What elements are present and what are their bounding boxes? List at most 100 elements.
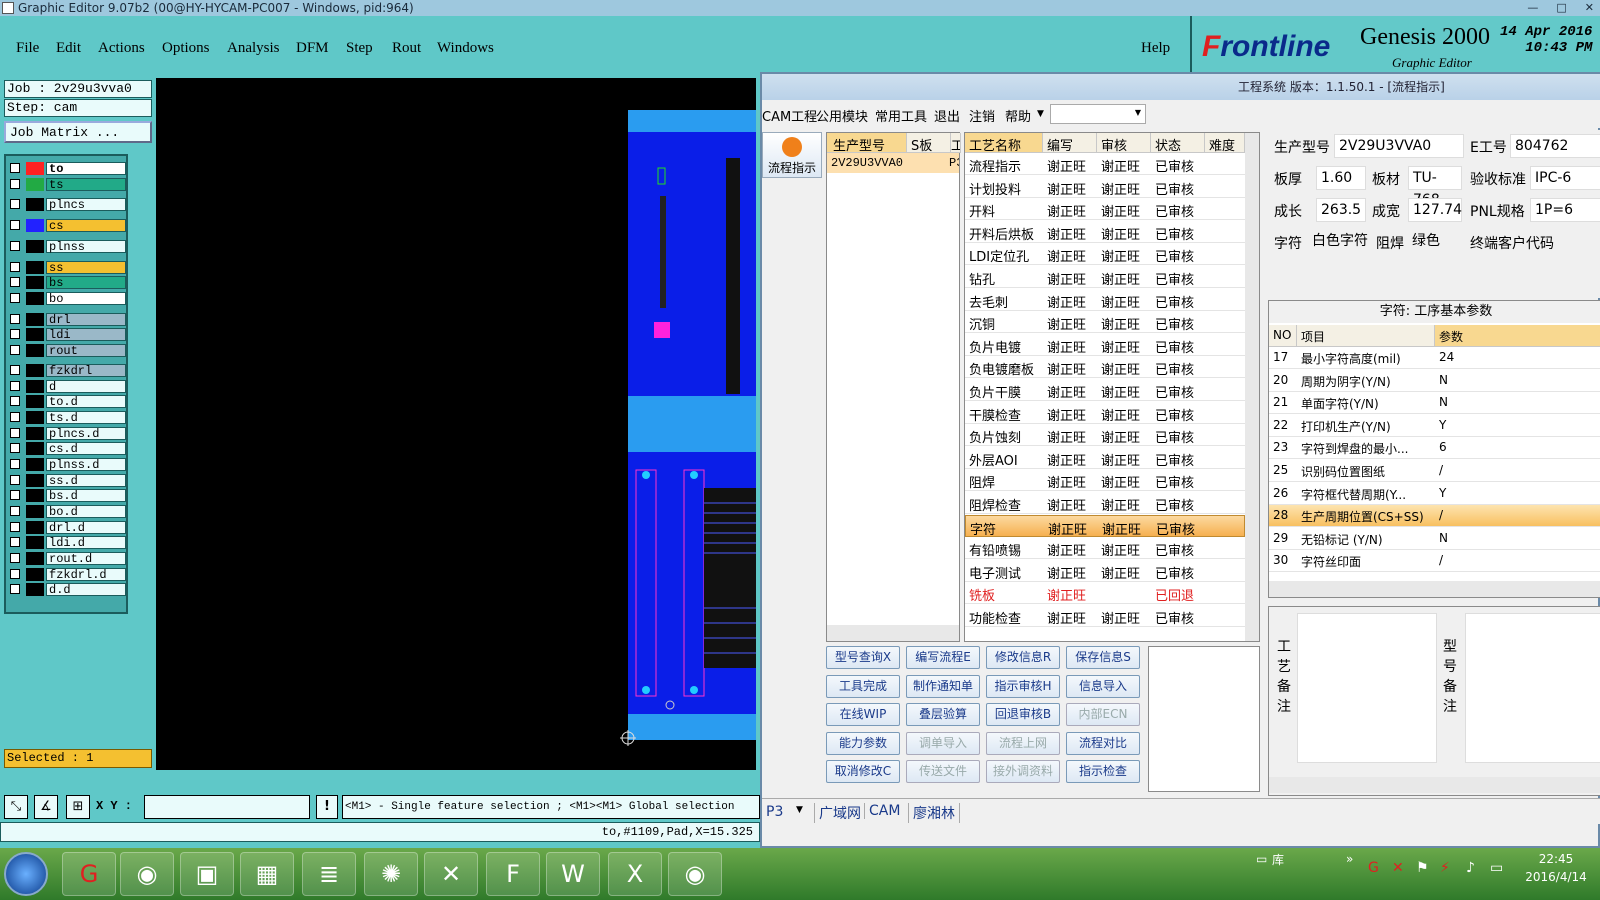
layer-row[interactable]: ss.d xyxy=(10,474,126,488)
process-grid-header[interactable]: 状态 xyxy=(1151,133,1205,154)
process-row[interactable]: 干膜检查 谢正旺 谢正旺 已审核 xyxy=(965,402,1245,424)
layer-color-swatch[interactable] xyxy=(26,364,44,377)
layer-color-swatch[interactable] xyxy=(26,276,44,289)
graphic-canvas[interactable] xyxy=(156,78,756,770)
layer-checkbox[interactable] xyxy=(10,262,20,272)
action-button[interactable]: 编写流程E xyxy=(906,646,980,669)
excel-taskbar-icon[interactable]: X xyxy=(608,852,662,896)
layer-row[interactable]: drl.d xyxy=(10,521,126,535)
layer-color-swatch[interactable] xyxy=(26,292,44,305)
tray-g-icon[interactable]: G xyxy=(1368,860,1379,876)
layer-row[interactable]: cs xyxy=(10,219,126,233)
action-button[interactable]: 指示检查 xyxy=(1066,760,1140,783)
process-row[interactable]: 去毛刺 谢正旺 谢正旺 已审核 xyxy=(965,289,1245,311)
layer-name[interactable]: ldi xyxy=(46,328,126,342)
layer-name[interactable]: ss xyxy=(46,261,126,275)
layer-row[interactable]: rout xyxy=(10,344,126,358)
action-button[interactable]: 修改信息R xyxy=(986,646,1060,669)
char-field[interactable]: 白色字符 xyxy=(1308,230,1374,254)
layer-checkbox[interactable] xyxy=(10,553,20,563)
layer-checkbox[interactable] xyxy=(10,163,20,173)
layer-color-swatch[interactable] xyxy=(26,583,44,596)
layer-name[interactable]: bs.d xyxy=(46,489,126,503)
thickness-field[interactable]: 1.60 xyxy=(1316,166,1366,190)
tray-network-icon[interactable]: ⚡ xyxy=(1440,860,1450,876)
layer-color-swatch[interactable] xyxy=(26,240,44,253)
layer-row[interactable]: bs xyxy=(10,276,126,290)
process-row[interactable]: 功能检查 谢正旺 谢正旺 已审核 xyxy=(965,605,1245,627)
dlg-menu-combo[interactable]: ▼ xyxy=(1050,104,1146,124)
process-row[interactable]: 钻孔 谢正旺 谢正旺 已审核 xyxy=(965,266,1245,288)
layer-checkbox[interactable] xyxy=(10,277,20,287)
layer-checkbox[interactable] xyxy=(10,584,20,594)
action-button[interactable]: 信息导入 xyxy=(1066,674,1140,698)
layer-color-swatch[interactable] xyxy=(26,261,44,274)
params-row[interactable]: 28 生产周期位置(CS+SS) / xyxy=(1269,505,1600,528)
layer-row[interactable]: plnss.d xyxy=(10,458,126,472)
layer-name[interactable]: to xyxy=(46,162,126,176)
start-button-icon[interactable] xyxy=(4,852,48,896)
layer-color-swatch[interactable] xyxy=(26,328,44,341)
status-tab-wan[interactable]: 广域网 xyxy=(814,803,861,823)
menu-edit[interactable]: Edit xyxy=(56,40,81,57)
layer-checkbox[interactable] xyxy=(10,522,20,532)
layer-row[interactable]: fzkdrl.d xyxy=(10,568,126,582)
layer-row[interactable]: rout.d xyxy=(10,552,126,566)
job-matrix-button[interactable]: Job Matrix ... xyxy=(4,121,152,143)
layer-name[interactable]: plncs xyxy=(46,198,126,212)
close-icon[interactable]: ✕ xyxy=(1585,0,1594,16)
layer-row[interactable]: ts.d xyxy=(10,411,126,425)
params-row[interactable]: 25 识别码位置图纸 / xyxy=(1269,460,1600,482)
layer-color-swatch[interactable] xyxy=(26,474,44,487)
menu-step[interactable]: Step xyxy=(346,40,373,57)
layer-color-swatch[interactable] xyxy=(26,568,44,581)
layer-checkbox[interactable] xyxy=(10,569,20,579)
model-notes-field[interactable] xyxy=(1465,613,1600,763)
layer-color-swatch[interactable] xyxy=(26,442,44,455)
process-row[interactable]: 负电镀磨板 谢正旺 谢正旺 已审核 xyxy=(965,356,1245,379)
layer-color-swatch[interactable] xyxy=(26,219,44,232)
layer-name[interactable]: rout xyxy=(46,344,126,358)
f-app-taskbar-icon[interactable]: F xyxy=(486,852,540,896)
process-row[interactable]: 阻焊 谢正旺 谢正旺 已审核 xyxy=(965,469,1245,492)
model-grid-header-more[interactable]: 工 xyxy=(951,133,961,153)
params-header[interactable]: 项目 xyxy=(1297,325,1435,347)
layer-row[interactable]: ts xyxy=(10,178,126,192)
layer-row[interactable]: to.d xyxy=(10,395,126,409)
layer-name[interactable]: rout.d xyxy=(46,552,126,566)
maximize-icon[interactable]: □ xyxy=(1556,0,1566,16)
process-grid-header[interactable]: 编写 xyxy=(1043,133,1097,154)
grid-tool-icon[interactable]: ⊞ xyxy=(66,795,90,819)
menu-actions[interactable]: Actions xyxy=(98,40,145,57)
menu-windows[interactable]: Windows xyxy=(437,40,494,57)
layer-name[interactable]: bo.d xyxy=(46,505,126,519)
layer-color-swatch[interactable] xyxy=(26,411,44,424)
process-row[interactable]: 外层AOI 谢正旺 谢正旺 已审核 xyxy=(965,447,1245,469)
layer-name[interactable]: bs xyxy=(46,276,126,290)
action-button[interactable]: 接外调资料 xyxy=(986,760,1060,783)
layer-checkbox[interactable] xyxy=(10,412,20,422)
layer-name[interactable]: d.d xyxy=(46,583,126,597)
layer-checkbox[interactable] xyxy=(10,537,20,547)
layer-name[interactable]: ldi.d xyxy=(46,536,126,550)
layer-color-swatch[interactable] xyxy=(26,162,44,175)
layer-checkbox[interactable] xyxy=(10,381,20,391)
layer-checkbox[interactable] xyxy=(10,443,20,453)
layer-color-swatch[interactable] xyxy=(26,521,44,534)
pnl-field[interactable]: 1P=6 xyxy=(1530,198,1600,222)
layer-checkbox[interactable] xyxy=(10,490,20,500)
craft-notes-field[interactable] xyxy=(1297,613,1437,763)
layer-checkbox[interactable] xyxy=(10,365,20,375)
xy-input[interactable] xyxy=(144,795,310,819)
layer-row[interactable]: ldi.d xyxy=(10,536,126,550)
layer-row[interactable]: ss xyxy=(10,261,126,275)
params-row[interactable]: 30 字符丝印面 / xyxy=(1269,550,1600,573)
layer-checkbox[interactable] xyxy=(10,220,20,230)
process-row[interactable]: 负片电镀 谢正旺 谢正旺 已审核 xyxy=(965,334,1245,356)
model-grid-hscroll[interactable] xyxy=(827,625,959,641)
layer-name[interactable]: drl.d xyxy=(46,521,126,535)
menu-help[interactable]: Help xyxy=(1141,40,1170,57)
process-row[interactable]: 铣板 谢正旺 已回退 xyxy=(965,582,1245,605)
length-field[interactable]: 263.5 xyxy=(1316,198,1366,222)
layer-color-swatch[interactable] xyxy=(26,458,44,471)
